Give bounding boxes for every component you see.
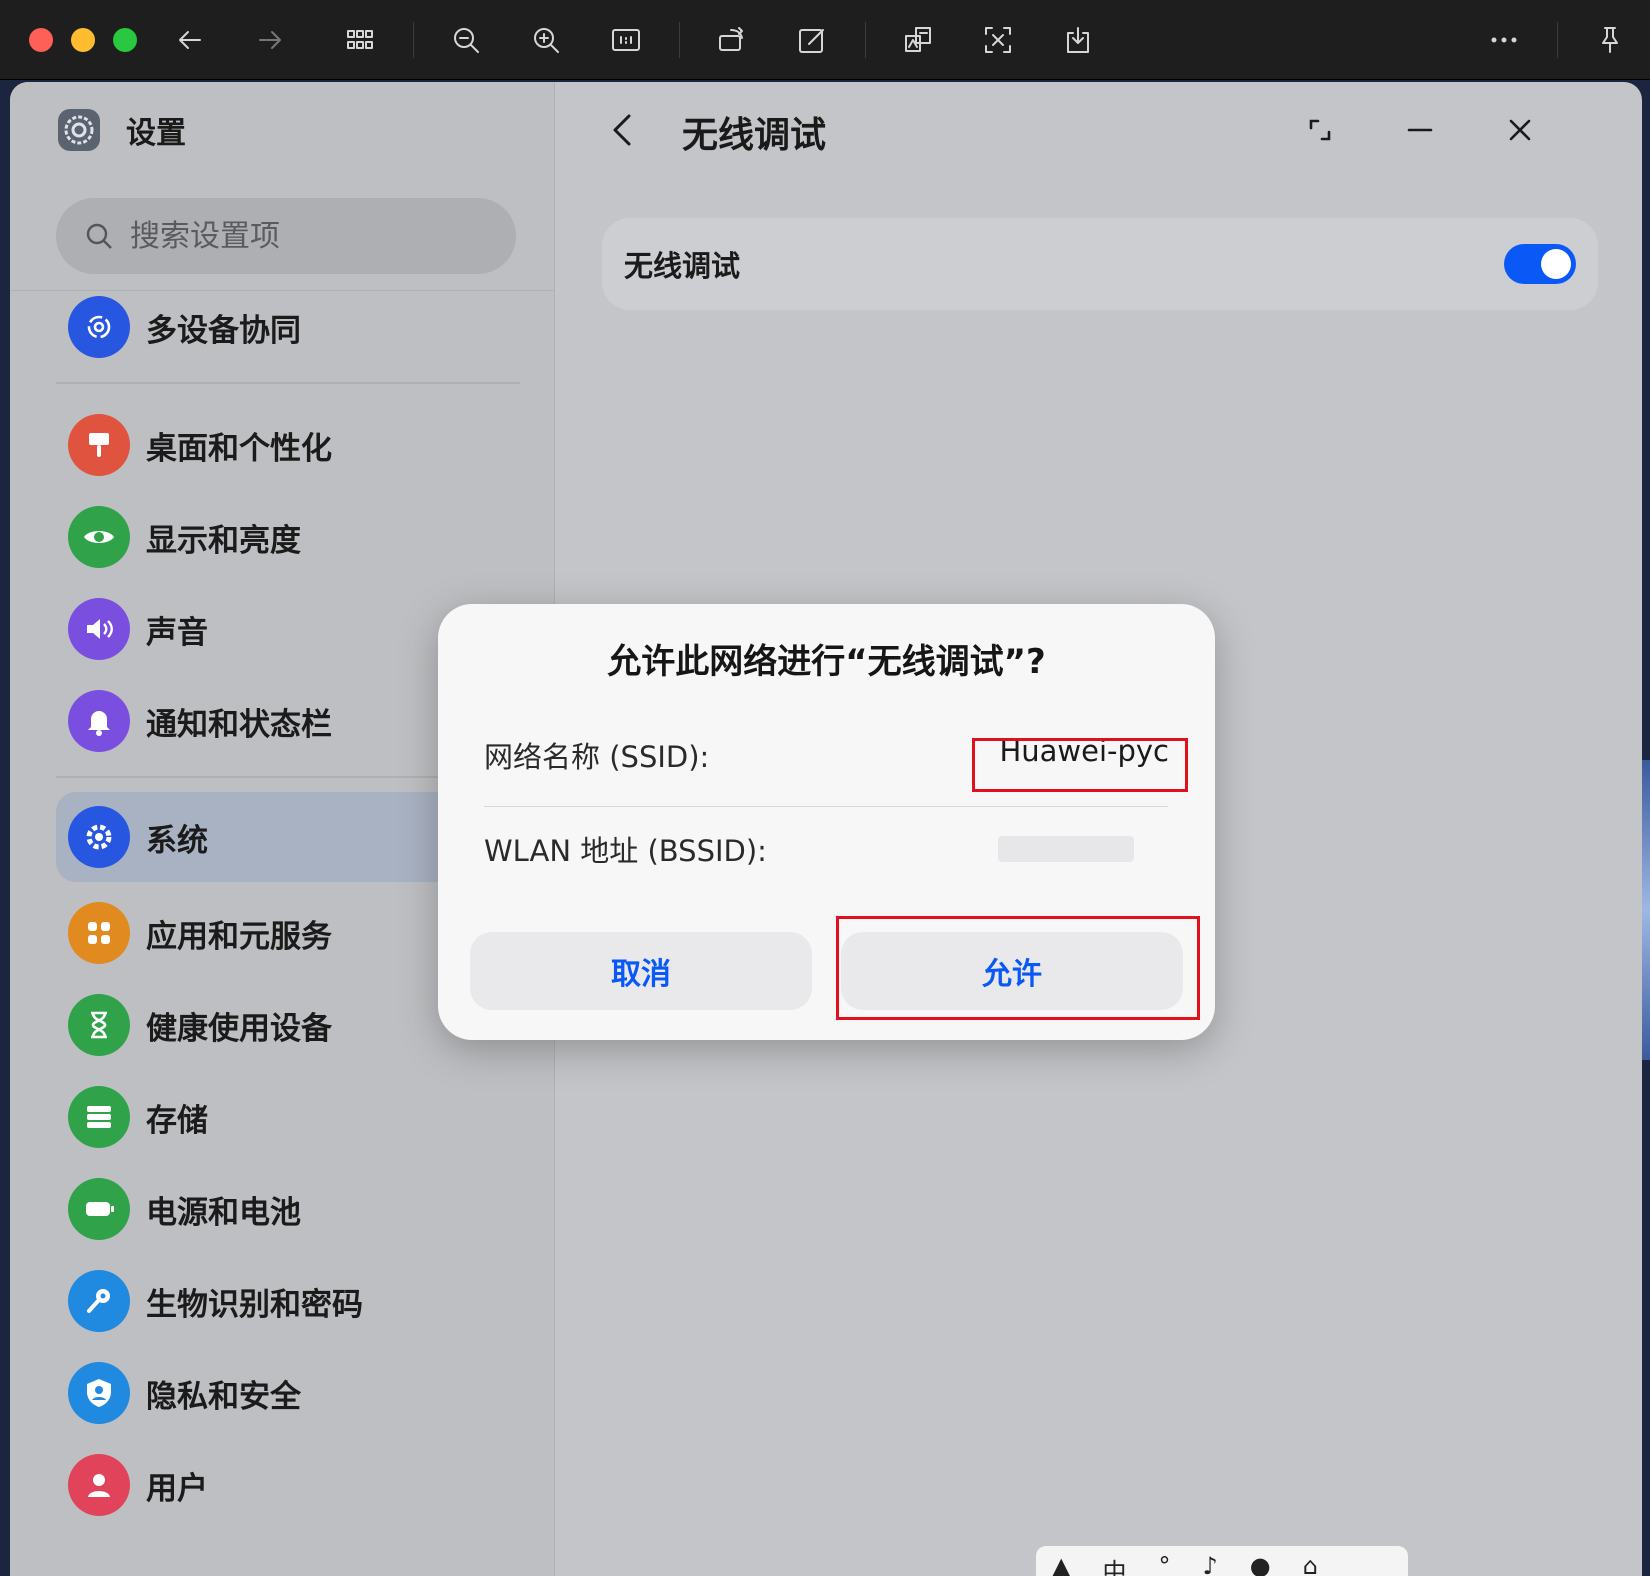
tray-home-icon[interactable]: ⌂ (1303, 1552, 1318, 1576)
sidebar-item-multi-device[interactable]: 多设备协同 (56, 282, 536, 372)
paint-brush-icon (68, 414, 130, 476)
actual-size-icon[interactable] (604, 18, 648, 62)
app-title: 设置 (126, 116, 186, 151)
shield-icon (68, 1362, 130, 1424)
cancel-button[interactable]: 取消 (470, 932, 812, 1010)
toggle-knob (1541, 249, 1571, 279)
user-icon (68, 1454, 130, 1516)
forward-arrow-icon[interactable] (248, 18, 292, 62)
battery-icon (68, 1178, 130, 1240)
sidebar-item-users[interactable]: 用户 (56, 1440, 536, 1530)
toolbar-separator (679, 22, 680, 58)
pin-icon[interactable] (1588, 18, 1632, 62)
restore-icon (1309, 119, 1331, 141)
sidebar-item-label: 系统 (146, 822, 208, 859)
sidebar-item-label: 电源和电池 (146, 1194, 301, 1231)
viewer-toolbar (0, 0, 1650, 80)
page-title: 无线调试 (682, 115, 827, 156)
sidebar-item-privacy[interactable]: 隐私和安全 (56, 1348, 536, 1438)
sidebar-item-desktop[interactable]: 桌面和个性化 (56, 400, 536, 490)
sidebar-item-battery[interactable]: 电源和电池 (56, 1164, 536, 1254)
sidebar-item-display[interactable]: 显示和亮度 (56, 492, 536, 582)
search-icon (86, 223, 112, 249)
tray-music-item[interactable]: ♪ (1202, 1552, 1217, 1576)
sidebar-item-label: 桌面和个性化 (146, 430, 332, 467)
sidebar-item-storage[interactable]: 存储 (56, 1072, 536, 1162)
sidebar-item-label: 健康使用设备 (146, 1010, 332, 1047)
eye-icon (68, 506, 130, 568)
settings-gear-icon (58, 109, 100, 151)
desktop-wallpaper-edge (1642, 760, 1650, 1060)
sidebar-item-label: 生物识别和密码 (146, 1286, 363, 1323)
tray-dot-item[interactable]: ° (1158, 1552, 1170, 1576)
toolbar-separator (1557, 22, 1558, 58)
sidebar-item-biometrics[interactable]: 生物识别和密码 (56, 1256, 536, 1346)
multi-device-icon (68, 296, 130, 358)
close-button[interactable] (1494, 104, 1546, 156)
system-gear-icon (68, 806, 130, 868)
sidebar-item-label: 存储 (146, 1102, 208, 1139)
dialog-title: 允许此网络进行“无线调试”? (607, 642, 1046, 682)
toolbar-separator (865, 22, 866, 58)
allow-highlight-box (836, 916, 1200, 1020)
sidebar-item-label: 应用和元服务 (146, 918, 332, 955)
dialog-divider (484, 806, 1168, 807)
translate-icon[interactable] (896, 18, 940, 62)
sidebar-item-label: 隐私和安全 (146, 1378, 301, 1415)
tray-app-icon[interactable]: ▲ (1052, 1552, 1070, 1576)
maximize-window-button[interactable] (113, 28, 137, 52)
sidebar-item-label: 声音 (146, 614, 208, 651)
hourglass-icon (68, 994, 130, 1056)
sidebar-divider (56, 382, 520, 384)
storage-icon (68, 1086, 130, 1148)
zoom-in-icon[interactable] (524, 18, 568, 62)
speaker-icon (68, 598, 130, 660)
edit-icon[interactable] (790, 18, 834, 62)
close-window-button[interactable] (29, 28, 53, 52)
minimize-button[interactable] (1394, 104, 1446, 156)
allow-network-dialog: 允许此网络进行“无线调试”? 网络名称 (SSID): Huawei-pyc W… (438, 604, 1215, 1040)
restore-window-button[interactable] (1294, 104, 1346, 156)
sidebar-item-label: 多设备协同 (146, 312, 301, 349)
apps-icon (68, 902, 130, 964)
sidebar-item-label: 用户 (146, 1470, 208, 1507)
ocr-icon[interactable] (976, 18, 1020, 62)
tray-ime-item[interactable]: 中 (1102, 1552, 1126, 1576)
wireless-debugging-toggle[interactable] (1504, 244, 1576, 284)
close-icon (1509, 119, 1531, 141)
bssid-redacted-value (998, 836, 1134, 862)
wireless-debugging-label: 无线调试 (624, 249, 741, 283)
minimize-window-button[interactable] (71, 28, 95, 52)
back-button[interactable] (596, 104, 648, 156)
wireless-debugging-card: 无线调试 (602, 218, 1598, 310)
search-input[interactable] (130, 218, 490, 254)
chevron-left-icon (613, 114, 631, 146)
sidebar-item-label: 显示和亮度 (146, 522, 301, 559)
bell-icon (68, 690, 130, 752)
tray-location-icon[interactable]: ● (1250, 1552, 1271, 1576)
system-tray: ▲ 中 ° ♪ ● ⌂ (1036, 1546, 1408, 1576)
key-icon (68, 1270, 130, 1332)
rotate-icon[interactable] (710, 18, 754, 62)
back-arrow-icon[interactable] (168, 18, 212, 62)
ssid-highlight-box (972, 738, 1188, 792)
more-icon[interactable] (1482, 18, 1526, 62)
grid-icon[interactable] (338, 18, 382, 62)
app-header: 设置 (58, 108, 186, 152)
minus-icon (1407, 128, 1433, 132)
download-icon[interactable] (1056, 18, 1100, 62)
zoom-out-icon[interactable] (444, 18, 488, 62)
search-bar[interactable] (56, 198, 516, 274)
sidebar-item-label: 通知和状态栏 (146, 706, 332, 743)
bssid-label: WLAN 地址 (BSSID): (484, 834, 767, 868)
toolbar-separator (413, 22, 414, 58)
ssid-label: 网络名称 (SSID): (484, 740, 710, 774)
